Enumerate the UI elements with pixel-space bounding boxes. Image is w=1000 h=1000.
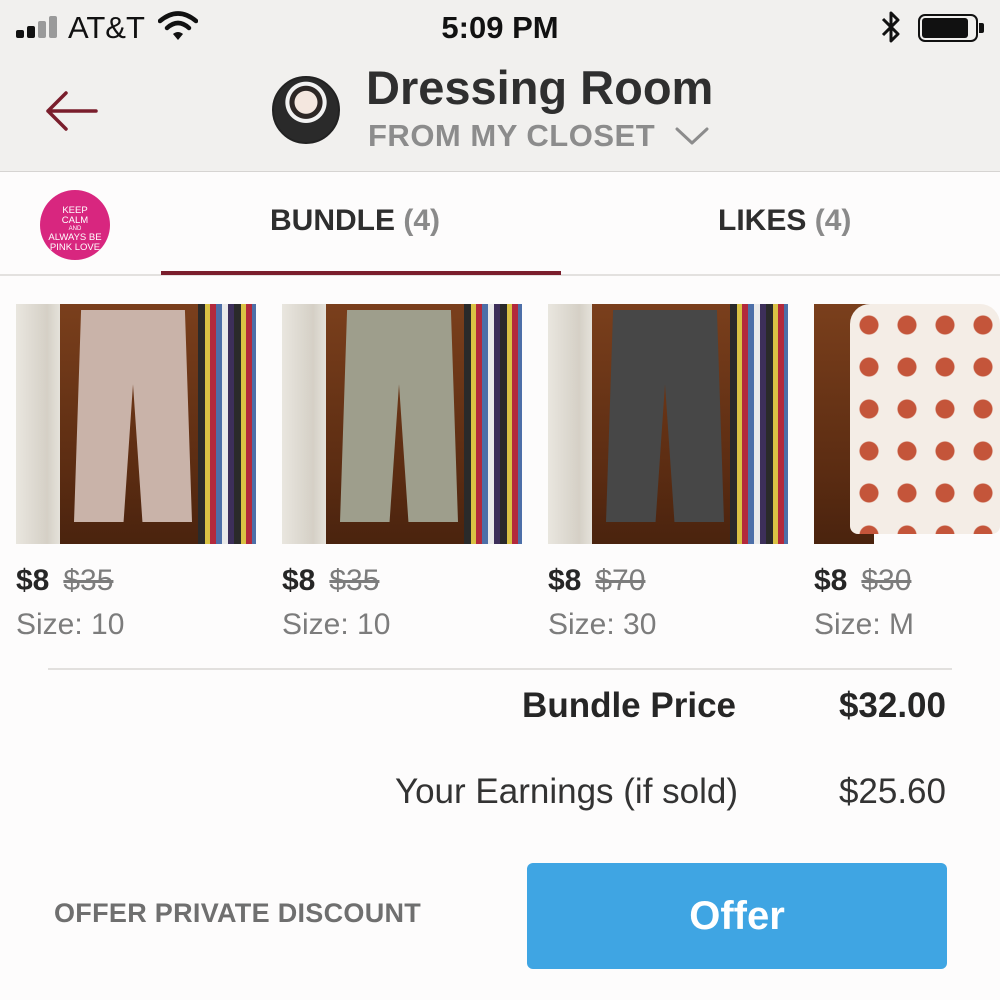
item-price: $8 bbox=[814, 564, 848, 597]
item-size: Size: 10 bbox=[16, 608, 125, 641]
bundle-price-value: $32.00 bbox=[838, 686, 946, 725]
offer-button[interactable]: Offer bbox=[527, 863, 947, 969]
item-price: $8 bbox=[282, 564, 316, 597]
active-tab-indicator bbox=[161, 271, 561, 275]
tab-bar: KEEP CALM AND ALWAYS BE PINK LOVE BUNDLE… bbox=[0, 172, 1000, 276]
header: Dressing Room FROM MY CLOSET bbox=[0, 56, 1000, 172]
tab-bundle[interactable]: BUNDLE (4) bbox=[270, 204, 440, 238]
badge-text: PINK LOVE bbox=[49, 242, 101, 253]
item-original-price: $35 bbox=[329, 564, 380, 597]
chevron-down-icon bbox=[675, 127, 709, 145]
back-arrow-icon[interactable] bbox=[42, 86, 102, 136]
divider bbox=[48, 668, 952, 670]
tab-likes-count: (4) bbox=[814, 204, 852, 237]
item-garment bbox=[850, 304, 1000, 534]
item-size: Size: 10 bbox=[282, 608, 391, 641]
tab-bundle-label: BUNDLE bbox=[270, 204, 395, 237]
item-photo[interactable] bbox=[814, 304, 1000, 544]
status-bar: AT&T 5:09 PM bbox=[0, 0, 1000, 56]
badge-text: CALM bbox=[61, 215, 89, 226]
bundle-item[interactable]: $8 $35 Size: 10 bbox=[282, 304, 522, 642]
item-price: $8 bbox=[16, 564, 50, 597]
bundle-price-label: Bundle Price bbox=[522, 686, 736, 725]
earnings-value: $25.60 bbox=[838, 772, 946, 811]
battery-icon bbox=[918, 14, 984, 42]
closet-badge[interactable]: KEEP CALM AND ALWAYS BE PINK LOVE bbox=[40, 190, 110, 260]
bundle-item[interactable]: $8 $35 Size: 10 bbox=[16, 304, 256, 642]
item-size: Size: 30 bbox=[548, 608, 657, 641]
item-original-price: $70 bbox=[595, 564, 646, 597]
clock: 5:09 PM bbox=[441, 10, 559, 45]
page-title: Dressing Room bbox=[366, 61, 714, 114]
item-original-price: $30 bbox=[861, 564, 912, 597]
item-photo[interactable] bbox=[282, 304, 522, 544]
tab-bundle-count: (4) bbox=[403, 204, 441, 237]
tab-likes-label: LIKES bbox=[718, 204, 807, 237]
bundle-item[interactable]: $8 $30 Size: M bbox=[814, 304, 1000, 642]
closet-selector[interactable]: FROM MY CLOSET bbox=[368, 118, 709, 154]
offer-private-discount-link[interactable]: OFFER PRIVATE DISCOUNT bbox=[54, 898, 421, 929]
item-photo[interactable] bbox=[548, 304, 788, 544]
earnings-label: Your Earnings (if sold) bbox=[394, 772, 738, 811]
bluetooth-icon bbox=[881, 11, 900, 43]
item-original-price: $35 bbox=[63, 564, 114, 597]
avatar[interactable] bbox=[272, 76, 340, 144]
item-photo[interactable] bbox=[16, 304, 256, 544]
closet-selector-label: FROM MY CLOSET bbox=[368, 118, 656, 153]
item-price: $8 bbox=[548, 564, 582, 597]
tab-likes[interactable]: LIKES (4) bbox=[718, 204, 851, 238]
item-size: Size: M bbox=[814, 608, 915, 641]
bundle-item[interactable]: $8 $70 Size: 30 bbox=[548, 304, 788, 642]
